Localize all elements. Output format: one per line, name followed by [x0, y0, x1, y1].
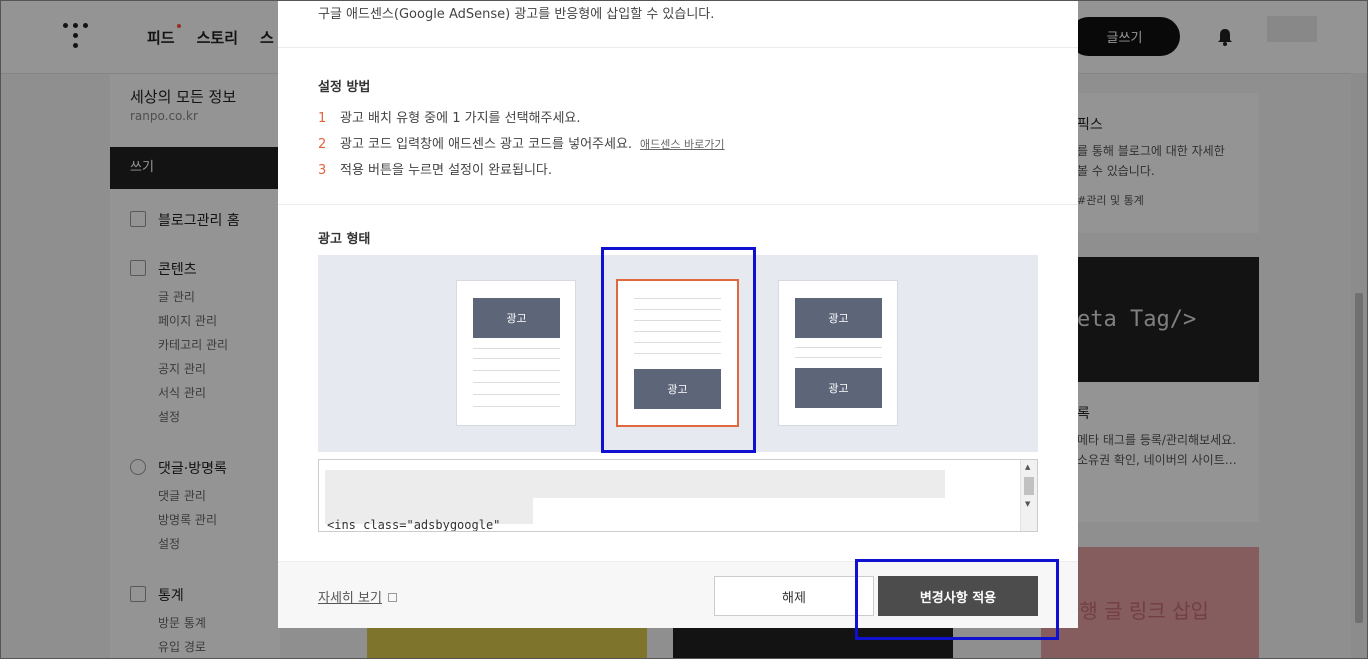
text-line	[473, 382, 560, 383]
external-link-icon	[387, 593, 397, 602]
textarea-scrollbar-thumb[interactable]	[1024, 477, 1034, 495]
modal-intro-text: 구글 애드센스(Google AdSense) 광고를 반응형에 삽입할 수 있…	[318, 7, 715, 22]
text-line	[634, 353, 721, 354]
text-line	[634, 320, 721, 321]
text-line	[795, 347, 882, 348]
detail-link[interactable]: 자세히 보기	[318, 587, 397, 606]
ad-block: 광고	[795, 298, 882, 338]
adsense-shortcut-link[interactable]: 애드센스 바로가기	[640, 138, 724, 151]
ad-code-textarea[interactable]: <ins class="adsbygoogle" ▲ ▼	[318, 459, 1038, 532]
divider	[278, 204, 1078, 205]
textarea-scrollbar[interactable]: ▲ ▼	[1020, 460, 1037, 531]
browser-viewport: 피드 스토리 스 글쓰기 세상의 모든 정보 ranpo.co.kr 쓰기 블로…	[0, 0, 1368, 659]
scroll-down-icon[interactable]: ▼	[1025, 500, 1030, 508]
text-line	[473, 370, 560, 371]
text-line	[473, 348, 560, 349]
text-line	[634, 342, 721, 343]
step-3: 3 적용 버튼을 누르면 설정이 완료됩니다.	[318, 163, 553, 178]
layout-option-top[interactable]: 광고	[456, 280, 576, 426]
modal-footer: 자세히 보기 해제 변경사항 적용	[278, 561, 1078, 628]
layout-option-bottom[interactable]: 광고	[616, 279, 739, 427]
step-1: 1 광고 배치 유형 중에 1 가지를 선택해주세요.	[318, 111, 581, 126]
ad-block: 광고	[634, 369, 721, 409]
ad-block: 광고	[473, 298, 560, 338]
scroll-up-icon[interactable]: ▲	[1025, 463, 1030, 471]
text-line	[634, 298, 721, 299]
adsense-settings-modal: 구글 애드센스(Google AdSense) 광고를 반응형에 삽입할 수 있…	[278, 1, 1078, 628]
layout-option-top-bottom[interactable]: 광고 광고	[778, 280, 898, 426]
ad-layout-options: 광고 광고 광고 광고	[318, 255, 1038, 452]
blurred-code	[325, 470, 945, 498]
text-line	[795, 357, 882, 358]
text-line	[473, 406, 560, 407]
ad-block: 광고	[795, 368, 882, 408]
ad-type-heading: 광고 형태	[318, 232, 371, 247]
text-line	[634, 331, 721, 332]
code-text: <ins class="adsbygoogle"	[327, 518, 501, 532]
step-2: 2 광고 코드 입력창에 애드센스 광고 코드를 넣어주세요. 애드센스 바로가기	[318, 137, 725, 152]
release-button[interactable]: 해제	[714, 576, 874, 616]
text-line	[473, 358, 560, 359]
setup-heading: 설정 방법	[318, 80, 371, 95]
apply-changes-button[interactable]: 변경사항 적용	[878, 576, 1038, 616]
text-line	[473, 394, 560, 395]
divider	[278, 47, 1078, 48]
text-line	[634, 309, 721, 310]
